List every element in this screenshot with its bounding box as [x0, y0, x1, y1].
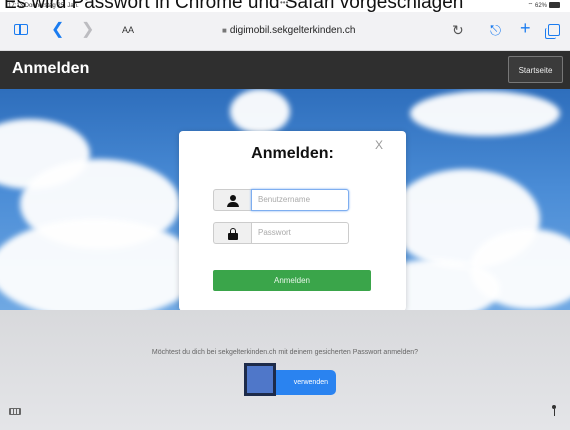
- reload-icon[interactable]: ↻: [452, 21, 464, 39]
- forward-icon[interactable]: ❯: [81, 21, 94, 39]
- cloud: [410, 91, 560, 136]
- password-input[interactable]: Passwort: [251, 222, 349, 244]
- pin-icon[interactable]: [552, 405, 556, 416]
- login-dialog: Anmelden: X Benutzername Passwort Anmeld…: [179, 131, 406, 311]
- close-button[interactable]: X: [375, 138, 383, 152]
- address-bar[interactable]: ■ digimobil.sekgelterkinden.ch: [222, 25, 355, 36]
- login-button[interactable]: Anmelden: [213, 270, 371, 291]
- sidebar-icon[interactable]: [14, 24, 28, 35]
- home-button[interactable]: Startseite: [508, 56, 563, 83]
- cloud: [0, 219, 200, 310]
- password-suggestion-panel: Möchtest du dich bei sekgelterkinden.ch …: [0, 310, 570, 430]
- tabs-icon[interactable]: [545, 24, 560, 39]
- lock-icon: [213, 222, 251, 244]
- page-title: Anmelden: [12, 60, 90, 77]
- password-prompt-text: Möchtest du dich bei sekgelterkinden.ch …: [151, 349, 419, 356]
- lock-icon: ■: [222, 26, 227, 35]
- plus-icon[interactable]: +: [520, 19, 531, 37]
- user-icon: [213, 189, 251, 211]
- site-header: Anmelden Startseite: [0, 51, 570, 89]
- caption-text: Es wird Passwort in Chrome und Safari vo…: [4, 0, 464, 13]
- username-input[interactable]: Benutzername: [251, 189, 349, 211]
- share-icon[interactable]: ⎋: [490, 21, 501, 39]
- back-icon[interactable]: ❮: [51, 21, 64, 39]
- keyboard-icon[interactable]: [9, 408, 21, 415]
- cloud: [230, 89, 290, 134]
- text-size-button[interactable]: AA: [122, 25, 134, 35]
- password-row: Passwort: [213, 222, 349, 244]
- url-text: digimobil.sekgelterkinden.ch: [229, 25, 356, 36]
- key-icon: [244, 363, 276, 396]
- username-row: Benutzername: [213, 189, 349, 211]
- browser-toolbar: ❮ ❯ AA ■ digimobil.sekgelterkinden.ch ↻ ⎋…: [0, 12, 570, 51]
- dialog-title: Anmelden:: [251, 145, 334, 162]
